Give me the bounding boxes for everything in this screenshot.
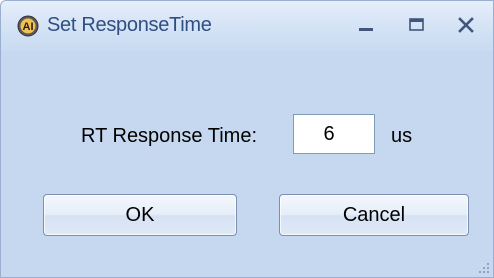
dialog-window: AI Set ResponseTime RT Response Time: 6 …	[0, 0, 494, 278]
maximize-icon	[397, 9, 437, 41]
cancel-button[interactable]: Cancel	[279, 194, 469, 236]
window-title: Set ResponseTime	[47, 14, 212, 36]
title-bar[interactable]: AI Set ResponseTime	[1, 1, 493, 51]
minimize-button[interactable]	[347, 9, 387, 41]
resize-grip-icon[interactable]	[477, 261, 491, 275]
svg-text:AI: AI	[23, 21, 34, 33]
close-icon	[447, 9, 487, 41]
rt-response-time-input[interactable]	[293, 114, 375, 154]
minimize-icon	[347, 9, 387, 41]
maximize-button[interactable]	[397, 9, 437, 41]
rt-response-time-label: RT Response Time:	[81, 125, 258, 147]
unit-label: us	[391, 125, 413, 147]
close-button[interactable]	[447, 9, 487, 41]
app-logo-icon: AI	[17, 15, 39, 37]
ok-button[interactable]: OK	[43, 194, 237, 236]
